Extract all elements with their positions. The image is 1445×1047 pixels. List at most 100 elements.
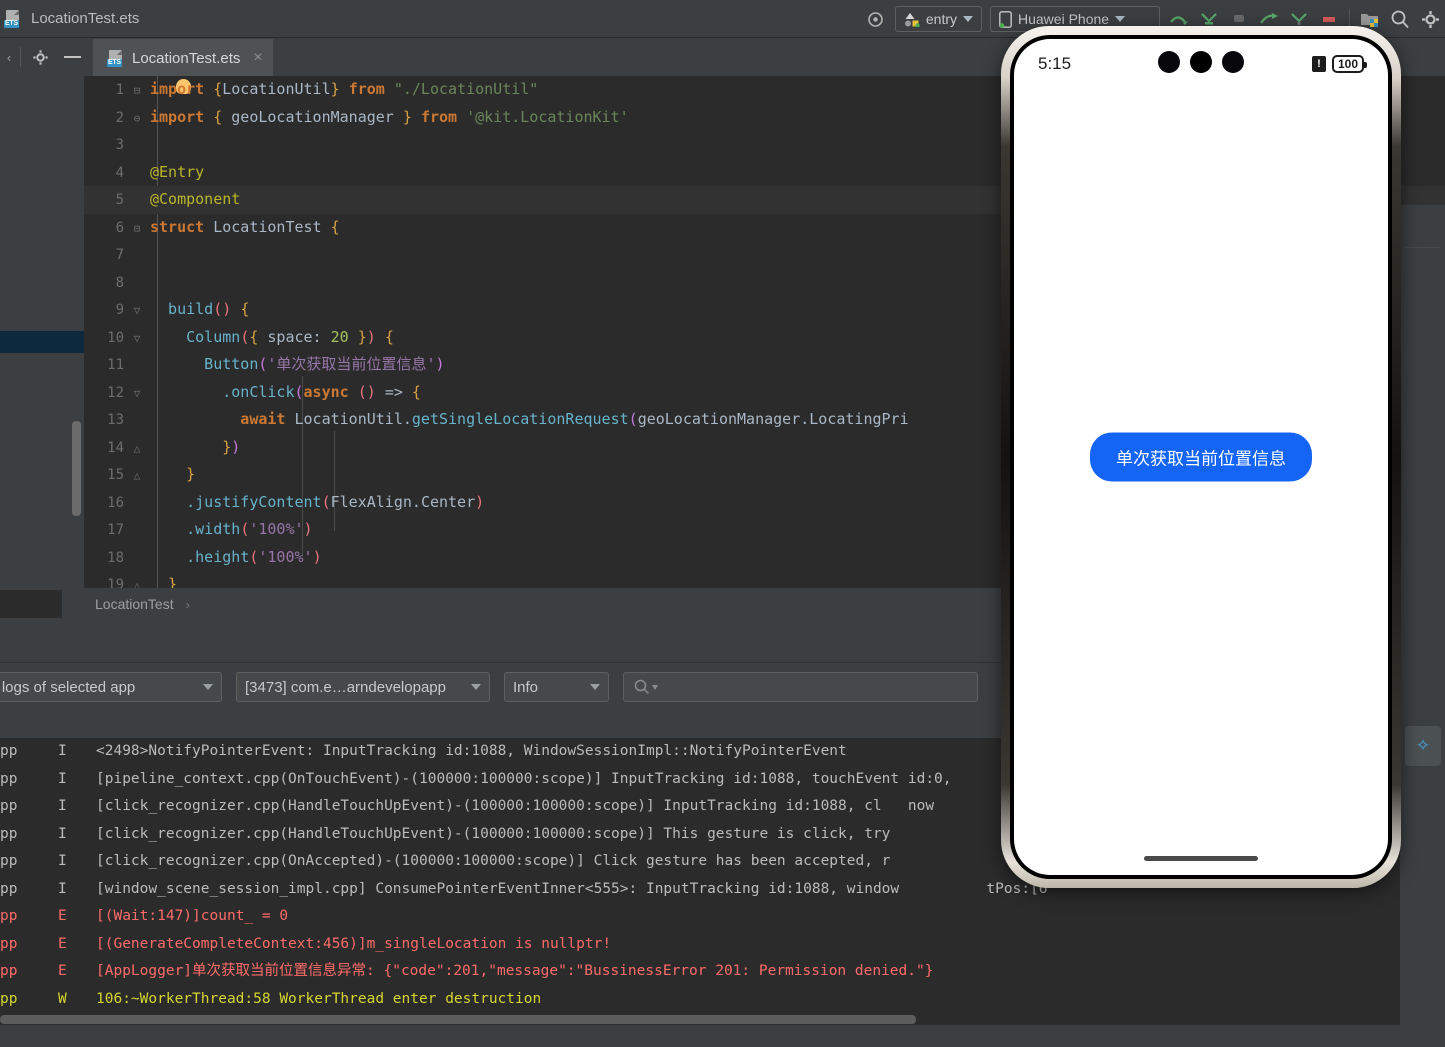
- code-token: LocationUtil: [285, 410, 403, 428]
- code-token: .justifyContent: [150, 492, 322, 511]
- tool-window-header-actions: ‹: [0, 38, 87, 76]
- log-level-select[interactable]: Info: [504, 672, 609, 702]
- right-dock-panel[interactable]: [1400, 205, 1445, 725]
- dock-row[interactable]: [1401, 248, 1445, 290]
- home-indicator[interactable]: [1144, 856, 1258, 861]
- tab-locationtest-ets[interactable]: ETS LocationTest.ets ×: [93, 38, 273, 76]
- ets-file-icon: ETS: [107, 49, 125, 67]
- log-message: [(GenerateCompleteContext:456)]m_singleL…: [96, 935, 612, 952]
- chevron-down-icon[interactable]: [963, 16, 973, 22]
- breadcrumb-item-locationtest[interactable]: LocationTest: [95, 596, 174, 612]
- dock-row[interactable]: [1401, 416, 1445, 458]
- log-horizontal-scrollbar[interactable]: [0, 1013, 1445, 1025]
- chevron-down-icon[interactable]: [471, 684, 481, 690]
- fold-marker-icon[interactable]: ▽: [124, 297, 150, 325]
- search-icon[interactable]: [1385, 4, 1415, 34]
- search-icon: [634, 679, 650, 695]
- hilog-icon[interactable]: ✧: [1405, 726, 1441, 766]
- tab-label: LocationTest.ets: [132, 49, 241, 67]
- fold-marker-icon[interactable]: ▽: [124, 380, 150, 408]
- fold-marker-icon[interactable]: ▽: [124, 325, 150, 353]
- log-row[interactable]: pp W 106:~WorkerThread:58 WorkerThread ent…: [0, 986, 1445, 1014]
- left-tool-strip: [0, 76, 84, 590]
- code-token: {: [330, 217, 340, 236]
- log-level: I: [58, 743, 67, 759]
- fold-marker-icon[interactable]: △: [124, 435, 150, 463]
- log-process-value: [3473] com.e…arndevelopapp: [245, 678, 446, 696]
- code-token: '100%': [258, 547, 313, 566]
- camera-dot-icon: [1158, 51, 1244, 73]
- log-level: I: [58, 798, 67, 814]
- log-level-value: Info: [513, 678, 539, 696]
- code-token: FlexAlign: [330, 492, 412, 511]
- log-app: pp: [0, 880, 18, 897]
- dock-row[interactable]: [1401, 332, 1445, 374]
- left-panel-scrollbar[interactable]: [72, 421, 81, 516]
- gear-icon[interactable]: [1415, 4, 1445, 34]
- line-number: 17: [107, 522, 124, 538]
- log-message: [click_recognizer.cpp(OnAccepted)-(10000…: [96, 853, 891, 869]
- fold-marker-icon[interactable]: △: [124, 462, 150, 490]
- line-number: 8: [115, 274, 124, 291]
- fold-marker-icon[interactable]: ⊟: [124, 215, 150, 243]
- chevron-left-icon[interactable]: ‹: [2, 42, 16, 72]
- dock-row[interactable]: [1401, 205, 1445, 247]
- line-number: 4: [115, 164, 124, 181]
- ets-file-icon: ETS: [4, 9, 22, 28]
- code-token: (): [213, 300, 232, 318]
- code-token: ): [435, 355, 445, 373]
- battery-icon: 100: [1331, 55, 1368, 73]
- line-number: 11: [107, 357, 124, 373]
- chevron-down-icon[interactable]: [652, 684, 658, 690]
- phone-screen[interactable]: 5:15 ! 100 单次获取当前位置信息: [1014, 39, 1388, 875]
- target-icon[interactable]: [861, 4, 891, 34]
- breadcrumb-separator: ›: [185, 596, 190, 612]
- scrollbar-thumb[interactable]: [0, 1015, 916, 1024]
- log-message: 106:~WorkerThread:58 WorkerThread enter …: [96, 990, 542, 1007]
- code-token: "./LocationUtil": [393, 80, 539, 98]
- run-configuration-selector[interactable]: entry: [894, 6, 982, 32]
- log-row[interactable]: pp E [(GenerateCompleteContext:456)]m_sing…: [0, 931, 1445, 959]
- chevron-down-icon[interactable]: [1115, 16, 1126, 22]
- chevron-down-icon[interactable]: [203, 684, 213, 690]
- log-app: pp: [0, 853, 18, 869]
- log-app: pp: [0, 770, 18, 787]
- code-token: }: [150, 437, 232, 456]
- chevron-down-icon[interactable]: [590, 684, 600, 690]
- fold-marker-icon[interactable]: ⊖: [124, 105, 150, 133]
- log-process-select[interactable]: [3473] com.e…arndevelopapp: [236, 672, 490, 702]
- selected-tree-row[interactable]: [0, 331, 84, 353]
- code-token: .height: [150, 547, 250, 566]
- log-message: [click_recognizer.cpp(HandleTouchUpEvent…: [96, 798, 935, 814]
- code-token: (: [240, 520, 250, 538]
- fold-marker-icon[interactable]: △: [124, 572, 150, 588]
- get-location-button[interactable]: 单次获取当前位置信息: [1090, 432, 1312, 482]
- device-label: Huawei Phone: [1018, 11, 1110, 27]
- dock-row[interactable]: [1401, 290, 1445, 332]
- code-token: ): [366, 327, 376, 346]
- log-row[interactable]: pp E [(Wait:147)]count_ = 0: [0, 903, 1445, 931]
- log-level: E: [58, 935, 67, 952]
- dock-row[interactable]: [1401, 374, 1445, 416]
- line-number: 5: [115, 192, 124, 208]
- log-search-input[interactable]: [623, 672, 978, 702]
- code-token: @Entry: [150, 162, 205, 181]
- code-token: (: [628, 410, 638, 428]
- line-number: 1: [115, 82, 124, 98]
- code-token: }: [402, 107, 412, 126]
- battery-level: 100: [1337, 57, 1358, 71]
- log-row[interactable]: pp E [AppLogger]单次获取当前位置信息异常: {"code":201,…: [0, 958, 1445, 986]
- minus-icon[interactable]: [57, 42, 87, 72]
- close-icon[interactable]: ×: [253, 49, 262, 67]
- device-preview-mockup[interactable]: 5:15 ! 100 单次获取当前位置信息: [1001, 26, 1401, 888]
- code-token: {: [411, 382, 421, 401]
- log-message: [(Wait:147)]count_ = 0: [96, 908, 289, 924]
- gear-icon[interactable]: [25, 42, 55, 72]
- code-token: Center: [420, 492, 476, 511]
- fold-marker-icon[interactable]: ⊟: [124, 77, 150, 105]
- code-token: Column: [150, 327, 241, 346]
- log-scope-select[interactable]: ll logs of selected app: [0, 672, 222, 702]
